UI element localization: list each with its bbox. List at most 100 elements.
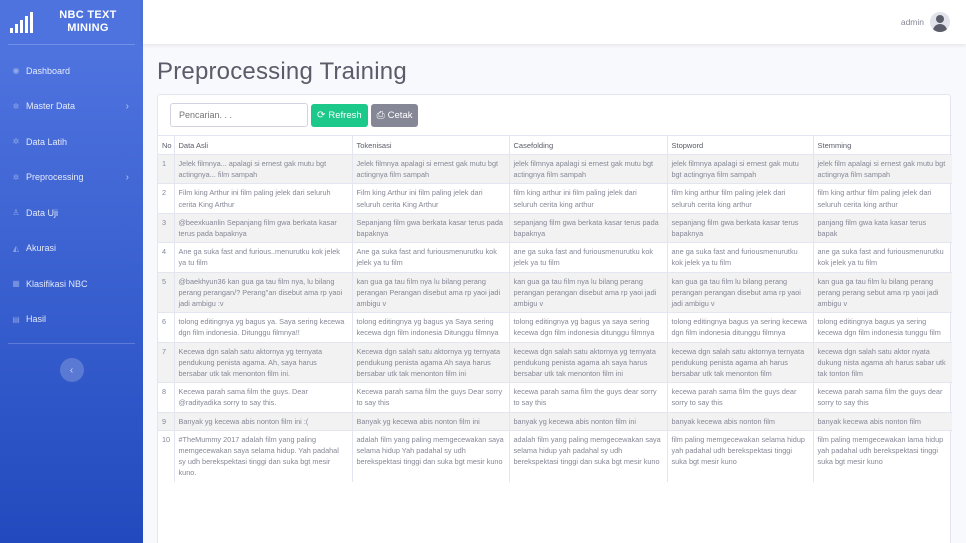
table-cell: banyak kecewa abis nonton film (666, 411, 813, 431)
print-label: Cetak (387, 109, 413, 121)
sidebar-divider (8, 44, 135, 45)
table-cell: 9 (158, 411, 174, 431)
signal-bars-icon (10, 11, 36, 33)
table-cell: Kecewa dgn salah satu aktornya yg ternya… (173, 341, 352, 383)
table-cell: Sepanjang film gwa berkata kasar terus p… (351, 212, 509, 243)
table-cell: tolong editingnya yg bagus ya saya serin… (508, 312, 667, 343)
sidebar-item-preprocessing[interactable]: ✲ Preprocessing › (0, 160, 143, 196)
table-cell: @baekhyun36 kan gua ga tau film nya, lu … (173, 271, 352, 313)
sidebar-toggle-button[interactable]: ‹ (59, 358, 84, 382)
table-cell: kan gua ga tau film nya lu bilang perang… (508, 271, 667, 313)
table-cell: kecewa dgn salah satu aktor nyata dukung… (812, 341, 952, 383)
preprocessing-table: No Data Asli Tokenisasi Casefolding Stopword… (158, 135, 952, 482)
column-header[interactable]: No (158, 135, 174, 155)
table-cell: Banyak yg kecewa abis nonton film ini :( (173, 411, 352, 431)
table-row: 2 Film king Arthur ini film paling jelek … (158, 183, 952, 214)
cog-icon: ✲ (12, 137, 20, 147)
column-header[interactable]: Casefolding (508, 135, 667, 155)
table-cell: 1 (158, 153, 174, 184)
table-row: 6 tolong editingnya yg bagus ya. Saya ser… (158, 312, 952, 343)
sidebar-item-label: Data Latih (26, 136, 68, 147)
sidebar-item-label: Hasil (26, 314, 47, 325)
table-cell: jelek filmnya apalagi si ernest gak mutu… (508, 153, 667, 184)
table-cell: banyak yg kecewa abis nonton film ini (508, 411, 667, 431)
sidebar-item-label: Dashboard (26, 65, 71, 76)
table-cell: film paling memgecewakan lama hidup yah … (812, 429, 952, 482)
table-cell: 3 (158, 212, 174, 243)
search-input[interactable] (170, 103, 308, 127)
table-cell: sepanjang film gwa berkata kasar terus b… (666, 212, 813, 243)
sidebar-item-master-data[interactable]: ✲ Master Data › (0, 89, 143, 125)
table-header-row: No Data Asli Tokenisasi Casefolding Stopword… (158, 135, 952, 155)
sidebar-nav: ◉ Dashboard ✲ Master Data › ✲ Data Latih ✲ Prepr… (0, 53, 143, 337)
sidebar-item-akurasi[interactable]: ◭ Akurasi (0, 231, 143, 267)
table-row: 1 Jelek filmnya... apalagi si ernest gak … (158, 153, 952, 184)
table-cell: film king arthur ini film paling jelek d… (508, 183, 667, 214)
column-header[interactable]: Stemming (812, 135, 952, 155)
table-cell: tolong editingnya bagus ya sering kecewa… (812, 312, 952, 343)
table-icon: ▦ (12, 279, 20, 289)
table-cell: ane ga suka fast and furiousmenurutku ko… (508, 242, 667, 273)
table-cell: film king arthur film paling jelek dari … (666, 183, 813, 214)
table-cell: film king arthur film paling jelek dari … (812, 183, 952, 214)
sidebar: NBC TEXT MINING ◉ Dashboard ✲ Master Data › ✲… (0, 0, 143, 543)
table-cell: Ane ga suka fast and furious..menurutku … (173, 242, 352, 273)
table-row: 3 @beexkuanlin Sepanjang film gwa berkata… (158, 212, 952, 243)
sidebar-item-label: Data Uji (26, 207, 59, 218)
table-cell: 7 (158, 341, 174, 383)
column-header[interactable]: Tokenisasi (351, 135, 509, 155)
sidebar-item-label: Preprocessing (26, 172, 84, 183)
sidebar-item-label: Master Data (26, 101, 76, 112)
table-cell: adalah film yang paling memgecewakan say… (508, 429, 667, 482)
table-cell: 8 (158, 382, 174, 413)
table-cell: kecewa parah sama film the guys dear sor… (812, 382, 952, 413)
print-button[interactable]: ⎙ Cetak (370, 103, 419, 127)
refresh-label: Refresh (328, 109, 362, 121)
table-row: 9 Banyak yg kecewa abis nonton film ini :… (158, 411, 952, 431)
brand[interactable]: NBC TEXT MINING (0, 0, 143, 44)
table-cell: kecewa dgn salah satu aktornya ternyata … (666, 341, 813, 383)
sidebar-item-label: Akurasi (26, 243, 57, 254)
table-cell: ane ga suka fast and furiousmenurutku ko… (812, 242, 952, 273)
refresh-button[interactable]: ⟳ Refresh (311, 103, 368, 127)
table-row: 4 Ane ga suka fast and furious..menurutku… (158, 242, 952, 273)
table-cell: kan gua ga tau film nya lu bilang perang… (351, 271, 509, 313)
column-header[interactable]: Data Asli (173, 135, 352, 155)
table-cell: 5 (158, 271, 174, 313)
table-cell: 4 (158, 242, 174, 273)
table-cell: Jelek filmnya apalagi si ernest gak mutu… (351, 153, 509, 184)
table-cell: jelek film apalagi si ernest gak mutu bg… (812, 153, 952, 184)
table-cell: film paling memgecewakan selama hidup ya… (666, 429, 813, 482)
user-icon: ♙ (12, 208, 20, 218)
table-cell: 10 (158, 429, 174, 482)
cog-icon: ✲ (12, 101, 20, 111)
table-row: 5 @baekhyun36 kan gua ga tau film nya, lu… (158, 271, 952, 313)
table-cell: @beexkuanlin Sepanjang film gwa berkata … (173, 212, 352, 243)
brand-title: NBC TEXT MINING (59, 9, 117, 34)
table-cell: Jelek filmnya... apalagi si ernest gak m… (173, 153, 352, 184)
table-row: 7 Kecewa dgn salah satu aktornya yg terny… (158, 341, 952, 383)
table-cell: 2 (158, 183, 174, 214)
table-cell: panjang film gwa kata kasar terus bapak (812, 212, 952, 243)
sidebar-item-data-latih[interactable]: ✲ Data Latih (0, 124, 143, 160)
table-cell: banyak kecewa abis nonton film (812, 411, 952, 431)
table-cell: Banyak yg kecewa abis nonton film ini (351, 411, 509, 431)
sidebar-item-data-uji[interactable]: ♙ Data Uji (0, 195, 143, 231)
user-name[interactable]: admin (901, 17, 924, 27)
page-title: Preprocessing Training (157, 58, 407, 85)
bell-icon: ◭ (12, 243, 20, 253)
sidebar-item-dashboard[interactable]: ◉ Dashboard (0, 53, 143, 89)
sidebar-item-klasifikasi-nbc[interactable]: ▦ Klasifikasi NBC (0, 266, 143, 302)
column-header[interactable]: Stopword (666, 135, 813, 155)
table-cell: Kecewa dgn salah satu aktornya yg ternya… (351, 341, 509, 383)
table-cell: tolong editingnya yg bagus ya. Saya seri… (173, 312, 352, 343)
table-cell: kecewa parah sama film the guys dear sor… (666, 382, 813, 413)
table-card: ⟳ Refresh ⎙ Cetak NoData AsliTokenisasiC… (157, 94, 952, 543)
table-row: 10 #TheMummy 2017 adalah film yang paling… (158, 429, 952, 482)
table-cell: #TheMummy 2017 adalah film yang paling m… (173, 429, 352, 482)
table-cell: kecewa parah sama film the guys dear sor… (508, 382, 667, 413)
avatar[interactable] (930, 12, 950, 32)
sidebar-item-label: Klasifikasi NBC (26, 278, 88, 289)
sidebar-item-hasil[interactable]: ▤ Hasil (0, 302, 143, 338)
table-cell: kecewa dgn salah satu aktornya yg ternya… (508, 341, 667, 383)
